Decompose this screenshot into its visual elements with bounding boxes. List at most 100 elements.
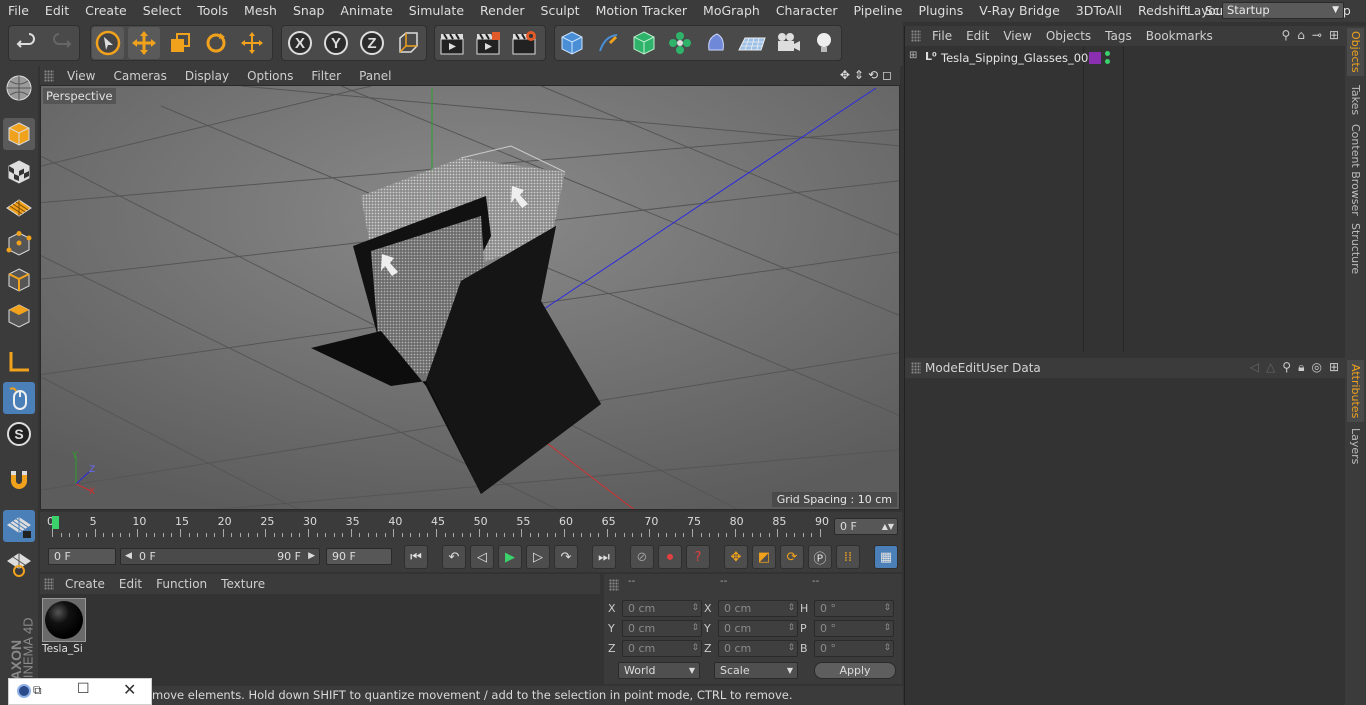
- menu-edit[interactable]: Edit: [37, 0, 77, 22]
- material-menu-function[interactable]: Function: [149, 577, 214, 591]
- object-menu-tags[interactable]: Tags: [1098, 29, 1139, 43]
- move-view-icon[interactable]: ✥: [840, 68, 850, 82]
- axis-mode-button[interactable]: [3, 346, 35, 378]
- object-menu-bookmarks[interactable]: Bookmarks: [1139, 29, 1220, 43]
- maximize-view-icon[interactable]: ◻: [882, 68, 892, 82]
- menu-file[interactable]: File: [0, 0, 37, 22]
- home-icon[interactable]: ⌂: [1297, 28, 1305, 42]
- go-to-end-button[interactable]: ⏭: [592, 545, 616, 569]
- object-name[interactable]: Tesla_Sipping_Glasses_001: [941, 51, 1096, 65]
- drag-grip-icon[interactable]: [44, 578, 54, 590]
- end-frame-field[interactable]: 90 F: [326, 548, 392, 565]
- side-tab-attributes[interactable]: Attributes: [1347, 360, 1364, 422]
- back-arrow-icon[interactable]: ◁: [1250, 360, 1259, 375]
- new-window-icon[interactable]: ⊞: [1329, 360, 1339, 375]
- snap-settings-button[interactable]: S: [3, 418, 35, 450]
- side-tab-layers[interactable]: Layers: [1347, 426, 1364, 466]
- record-active-button[interactable]: ⊘: [630, 545, 654, 569]
- select-tool-button[interactable]: [92, 27, 124, 59]
- attribute-menu-mode[interactable]: Mode: [925, 361, 958, 375]
- transform-tool-button[interactable]: [236, 27, 268, 59]
- tweak-mode-button[interactable]: [3, 382, 35, 414]
- camera-button[interactable]: [772, 27, 804, 59]
- subdivision-button[interactable]: [628, 27, 660, 59]
- material-menu-edit[interactable]: Edit: [112, 577, 149, 591]
- planar-workplane-button[interactable]: [3, 548, 35, 580]
- world-select[interactable]: World ▼: [618, 662, 700, 679]
- drag-grip-icon[interactable]: [609, 579, 619, 591]
- key-rotation-button[interactable]: ⟳: [780, 545, 804, 569]
- coord-value-field[interactable]: 0 ° ⇕: [814, 600, 894, 617]
- coord-value-field[interactable]: 0 cm ⇕: [718, 620, 798, 637]
- drag-grip-icon[interactable]: [44, 69, 54, 82]
- object-menu-file[interactable]: File: [925, 29, 959, 43]
- timeline-ruler[interactable]: 0 5 10 15 20 25 30 35 40 45 50 55 60 65 70 75 80 85 90 0 F…: [40, 512, 902, 542]
- playhead-marker[interactable]: [52, 516, 59, 529]
- drag-grip-icon[interactable]: [911, 362, 921, 374]
- coord-value-field[interactable]: 0 cm ⇕: [622, 620, 702, 637]
- range-right-arrow-icon[interactable]: ▶: [308, 549, 315, 564]
- menu-create[interactable]: Create: [77, 0, 135, 22]
- rotate-view-icon[interactable]: ⟲: [868, 68, 878, 82]
- menu-plugins[interactable]: Plugins: [910, 0, 971, 22]
- key-pla-button[interactable]: ⁞⁞: [836, 545, 860, 569]
- edges-mode-button[interactable]: [3, 264, 35, 296]
- object-menu-view[interactable]: View: [996, 29, 1038, 43]
- coord-value-field[interactable]: 0 cm ⇕: [622, 600, 702, 617]
- apply-button[interactable]: Apply: [814, 662, 896, 679]
- timeline-window-button[interactable]: ▦: [874, 545, 898, 569]
- viewport-menu-filter[interactable]: Filter: [302, 69, 350, 83]
- render-picture-viewer-button[interactable]: [472, 27, 504, 59]
- menu-simulate[interactable]: Simulate: [401, 0, 472, 22]
- go-to-start-button[interactable]: ⏮: [404, 545, 428, 569]
- autokey-button[interactable]: ⏺: [658, 545, 682, 569]
- scale-select[interactable]: Scale ▼: [714, 662, 798, 679]
- x-axis-button[interactable]: X: [284, 27, 316, 59]
- new-window-icon[interactable]: ⊞: [1329, 28, 1339, 42]
- range-slider[interactable]: ◀ 0 F 90 F ▶: [120, 548, 320, 565]
- render-visibility-dot[interactable]: [1105, 59, 1110, 64]
- viewport-menu-panel[interactable]: Panel: [350, 69, 400, 83]
- maximize-icon[interactable]: ☐: [77, 681, 90, 697]
- up-arrow-icon[interactable]: △: [1266, 360, 1275, 375]
- render-view-button[interactable]: [436, 27, 468, 59]
- menu-select[interactable]: Select: [135, 0, 190, 22]
- z-axis-button[interactable]: Z: [356, 27, 388, 59]
- material-swatch[interactable]: Tesla_Si: [42, 598, 86, 655]
- viewport-menu-options[interactable]: Options: [238, 69, 302, 83]
- drag-grip-icon[interactable]: [911, 30, 921, 42]
- rotate-tool-button[interactable]: [200, 27, 232, 59]
- menu-pipeline[interactable]: Pipeline: [846, 0, 911, 22]
- next-key-button[interactable]: ↷: [554, 545, 578, 569]
- y-axis-button[interactable]: Y: [320, 27, 352, 59]
- current-frame-field[interactable]: 0 F ▲▼: [834, 518, 898, 535]
- viewport-menu-cameras[interactable]: Cameras: [104, 69, 175, 83]
- menu-animate[interactable]: Animate: [332, 0, 400, 22]
- viewport-menu-view[interactable]: View: [58, 69, 104, 83]
- previous-frame-button[interactable]: ◁: [470, 545, 494, 569]
- key-scale-button[interactable]: ◩: [752, 545, 776, 569]
- cube-button[interactable]: [556, 27, 588, 59]
- undo-button[interactable]: [10, 27, 42, 59]
- object-menu-objects[interactable]: Objects: [1039, 29, 1098, 43]
- range-left-arrow-icon[interactable]: ◀: [125, 549, 132, 564]
- move-tool-button[interactable]: [128, 27, 160, 59]
- side-tab-content-browser[interactable]: Content Browser: [1347, 124, 1364, 216]
- search-icon[interactable]: ⚲: [1282, 360, 1291, 375]
- object-row[interactable]: ⊞ L⁰ Tesla_Sipping_Glasses_001: [905, 50, 1345, 68]
- make-editable-button[interactable]: [3, 72, 35, 104]
- snap-button[interactable]: [3, 464, 35, 496]
- menu-v-ray-bridge[interactable]: V-Ray Bridge: [971, 0, 1068, 22]
- play-button[interactable]: ▶: [498, 545, 522, 569]
- attribute-menu-user-data[interactable]: User Data: [981, 361, 1041, 375]
- locked-workplane-button[interactable]: [3, 510, 35, 542]
- keyframe-selection-button[interactable]: ?: [686, 545, 710, 569]
- material-menu-texture[interactable]: Texture: [214, 577, 272, 591]
- viewport-camera-label[interactable]: Perspective: [43, 88, 116, 104]
- render-settings-button[interactable]: [508, 27, 540, 59]
- perspective-viewport[interactable]: Y Z X Perspective Grid Spacing : 10 cm: [40, 85, 900, 510]
- cloner-button[interactable]: [664, 27, 696, 59]
- model-mode-button[interactable]: [3, 118, 35, 150]
- floor-button[interactable]: [736, 27, 768, 59]
- key-parameter-button[interactable]: Ⓟ: [808, 545, 832, 569]
